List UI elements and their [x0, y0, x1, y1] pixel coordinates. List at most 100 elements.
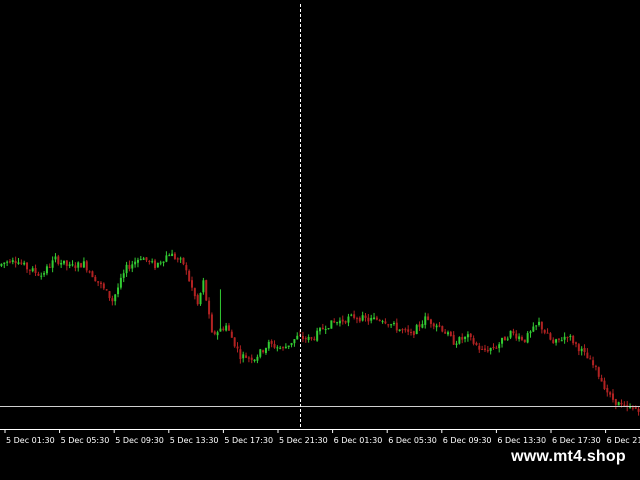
candlestick-chart[interactable]: 5 Dec 01:30 5 Dec 05:30 5 Dec 09:30 5 Dec 1… — [0, 0, 640, 480]
candle-bull — [529, 331, 532, 334]
candle-bear — [28, 269, 31, 271]
candle-bear — [592, 360, 595, 366]
candle-bull — [6, 261, 9, 263]
candle-bear — [557, 338, 560, 340]
candle-bull — [509, 330, 512, 338]
candle-bear — [304, 338, 307, 340]
candle-bull — [392, 323, 395, 325]
candle-bull — [464, 336, 467, 339]
candle-bull — [253, 359, 256, 362]
candle-bear — [37, 273, 40, 276]
candle-bull — [279, 347, 282, 349]
watermark-logo: www.mt4.shop — [497, 443, 640, 471]
candle-bull — [77, 262, 80, 268]
chart-background — [0, 0, 640, 480]
candle-bear — [412, 331, 415, 336]
candle-bull — [518, 336, 521, 340]
candle-bull — [3, 262, 6, 265]
candle-bull — [159, 262, 162, 264]
candle-bull — [435, 325, 438, 328]
candle-bull — [276, 347, 279, 349]
candle-bear — [270, 341, 273, 344]
candle-bull — [202, 280, 205, 293]
candle-bull — [458, 337, 461, 344]
candle-bear — [395, 322, 398, 331]
candle-bull — [535, 325, 538, 327]
candle-bear — [205, 280, 208, 301]
candle-bear — [236, 346, 239, 349]
candle-bear — [65, 260, 68, 266]
candle-bear — [495, 347, 498, 349]
candle-bear — [196, 295, 199, 305]
candle-bull — [199, 293, 202, 305]
candle-bear — [577, 344, 580, 352]
candle-bear — [182, 257, 185, 265]
candle-bear — [546, 332, 549, 334]
candle-bull — [0, 263, 3, 266]
candle-bull — [131, 264, 134, 269]
candle-bull — [139, 259, 142, 261]
time-axis-label: 5 Dec 09:30 — [115, 436, 164, 445]
candle-bull — [563, 336, 566, 340]
candle-bear — [475, 342, 478, 346]
candle-bear — [566, 336, 569, 338]
time-axis-label: 5 Dec 01:30 — [6, 436, 55, 445]
candle-bull — [179, 258, 182, 260]
candle-bear — [378, 319, 381, 321]
candle-bear — [472, 338, 475, 344]
candle-bull — [336, 322, 339, 324]
candle-bull — [225, 325, 228, 331]
candle-bear — [401, 329, 404, 331]
candle-bear — [503, 336, 506, 341]
time-axis-label: 6 Dec 09:30 — [443, 436, 492, 445]
candle-bear — [609, 392, 612, 395]
candle-bull — [151, 261, 154, 263]
candle-bear — [185, 265, 188, 271]
candle-bull — [43, 273, 46, 275]
candle-bull — [501, 337, 504, 344]
candle-bear — [540, 321, 543, 330]
candle-bear — [188, 270, 191, 282]
candle-bear — [193, 288, 196, 297]
candle-bull — [327, 328, 330, 330]
candle-bull — [60, 262, 63, 265]
candle-bear — [520, 337, 523, 340]
candle-bull — [330, 320, 333, 329]
candle-bear — [341, 319, 344, 322]
candle-bull — [119, 277, 122, 288]
candle-bear — [48, 266, 51, 268]
candle-bear — [85, 261, 88, 271]
candle-bull — [560, 340, 563, 342]
candle-bull — [293, 339, 296, 344]
candle-bear — [481, 349, 484, 351]
candle-bear — [600, 377, 603, 382]
candle-bear — [227, 325, 230, 331]
candle-bear — [262, 350, 265, 353]
candle-bear — [603, 380, 606, 390]
candle-bear — [14, 260, 17, 264]
candle-bull — [319, 328, 321, 332]
candle-bear — [586, 352, 589, 359]
candle-bull — [296, 335, 299, 340]
candle-bear — [321, 327, 324, 330]
candle-bear — [367, 317, 370, 322]
candle-bear — [91, 271, 94, 278]
candle-bear — [310, 337, 313, 339]
candle-bear — [358, 317, 361, 322]
candle-bear — [233, 337, 236, 347]
candle-bear — [486, 349, 489, 352]
candle-bull — [466, 334, 469, 338]
time-axis-label: 5 Dec 13:30 — [170, 436, 219, 445]
candle-bull — [617, 402, 620, 406]
candle-bear — [88, 271, 91, 273]
candle-bull — [498, 344, 501, 349]
candle-bear — [441, 326, 444, 332]
candle-bear — [404, 329, 407, 331]
candle-bull — [125, 264, 128, 274]
candle-bear — [128, 264, 131, 269]
candle-bull — [142, 258, 145, 260]
candle-bear — [387, 324, 390, 326]
candle-bear — [80, 263, 83, 268]
candle-bear — [313, 338, 316, 340]
candle-bull — [51, 260, 54, 268]
